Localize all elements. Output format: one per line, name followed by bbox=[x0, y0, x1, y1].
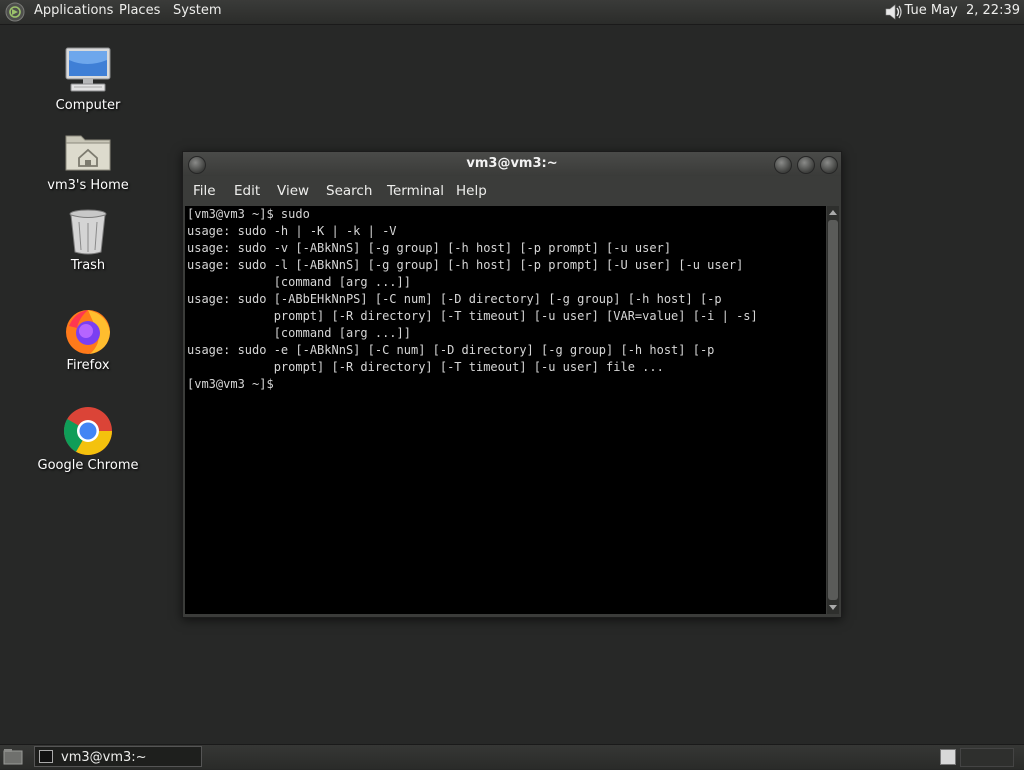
scrollbar-thumb[interactable] bbox=[828, 220, 838, 600]
menu-view[interactable]: View bbox=[277, 183, 309, 199]
terminal-line: usage: sudo -h | -K | -k | -V bbox=[187, 224, 397, 238]
terminal-line: prompt] [-R directory] [-T timeout] [-u … bbox=[187, 360, 664, 374]
menu-help[interactable]: Help bbox=[456, 183, 487, 199]
desktop-icon-chrome[interactable]: Google Chrome bbox=[33, 406, 143, 473]
menu-terminal[interactable]: Terminal bbox=[387, 183, 444, 199]
taskbar-item-terminal[interactable]: vm3@vm3:~ bbox=[34, 746, 202, 767]
home-folder-icon bbox=[63, 126, 113, 176]
window-titlebar[interactable]: vm3@vm3:~ bbox=[183, 152, 841, 176]
show-desktop-icon[interactable] bbox=[3, 748, 23, 766]
desktop-icon-firefox[interactable]: Firefox bbox=[33, 306, 143, 373]
taskbar-item-label: vm3@vm3:~ bbox=[61, 750, 147, 765]
bottom-panel: vm3@vm3:~ bbox=[0, 744, 1024, 769]
desktop-icon-label: Google Chrome bbox=[37, 458, 139, 473]
menu-applications[interactable]: Applications bbox=[34, 3, 113, 19]
terminal-line: usage: sudo -l [-ABkNnS] [-g group] [-h … bbox=[187, 258, 744, 272]
scroll-down-arrow-icon[interactable] bbox=[829, 605, 837, 610]
maximize-button[interactable] bbox=[797, 156, 815, 174]
terminal-prompt: [vm3@vm3 ~]$ bbox=[187, 377, 274, 391]
window-menu-button[interactable] bbox=[188, 156, 206, 174]
terminal-icon bbox=[39, 750, 53, 763]
desktop-icon-trash[interactable]: Trash bbox=[33, 206, 143, 273]
desktop-icon-computer[interactable]: Computer bbox=[33, 46, 143, 113]
terminal-line: prompt] [-R directory] [-T timeout] [-u … bbox=[187, 309, 758, 323]
terminal-line: usage: sudo [-ABbEHkNnPS] [-C num] [-D d… bbox=[187, 292, 722, 306]
speaker-icon[interactable] bbox=[882, 2, 906, 22]
desktop-icon-label: Trash bbox=[70, 258, 106, 273]
desktop-icon-home[interactable]: vm3's Home bbox=[33, 126, 143, 193]
menu-places[interactable]: Places bbox=[119, 3, 160, 19]
menu-edit[interactable]: Edit bbox=[234, 183, 260, 199]
top-panel: Applications Places System Tue May 2, 22… bbox=[0, 0, 1024, 25]
menu-file[interactable]: File bbox=[193, 183, 216, 199]
minimize-button[interactable] bbox=[774, 156, 792, 174]
terminal-line: [command [arg ...]] bbox=[187, 275, 411, 289]
terminal-line: usage: sudo -v [-ABkNnS] [-g group] [-h … bbox=[187, 241, 672, 255]
window-title: vm3@vm3:~ bbox=[466, 156, 558, 171]
terminal-output[interactable]: [vm3@vm3 ~]$ sudo usage: sudo -h | -K | … bbox=[185, 206, 826, 614]
close-button[interactable] bbox=[820, 156, 838, 174]
menubar: File Edit View Search Terminal Help bbox=[183, 177, 841, 205]
computer-icon bbox=[63, 46, 113, 96]
terminal-line: [vm3@vm3 ~]$ sudo bbox=[187, 207, 310, 221]
workspace-switcher-1[interactable] bbox=[940, 749, 956, 765]
chrome-icon bbox=[63, 406, 113, 456]
gnome-foot-icon[interactable] bbox=[5, 2, 25, 22]
desktop-icon-label: Computer bbox=[55, 98, 121, 113]
terminal-line: usage: sudo -e [-ABkNnS] [-C num] [-D di… bbox=[187, 343, 715, 357]
menu-search[interactable]: Search bbox=[326, 183, 372, 199]
firefox-icon bbox=[63, 306, 113, 356]
terminal-window[interactable]: vm3@vm3:~ File Edit View Search Terminal… bbox=[182, 151, 842, 618]
clock[interactable]: Tue May 2, 22:39 bbox=[905, 3, 1020, 19]
desktop-icon-label: vm3's Home bbox=[47, 178, 129, 193]
workspace-switcher-2[interactable] bbox=[960, 748, 1014, 767]
scroll-up-arrow-icon[interactable] bbox=[829, 210, 837, 215]
desktop-icon-label: Firefox bbox=[66, 358, 110, 373]
terminal-scrollbar[interactable] bbox=[827, 206, 839, 614]
menu-system[interactable]: System bbox=[173, 3, 221, 19]
terminal-line: [command [arg ...]] bbox=[187, 326, 411, 340]
trash-icon bbox=[63, 206, 113, 256]
